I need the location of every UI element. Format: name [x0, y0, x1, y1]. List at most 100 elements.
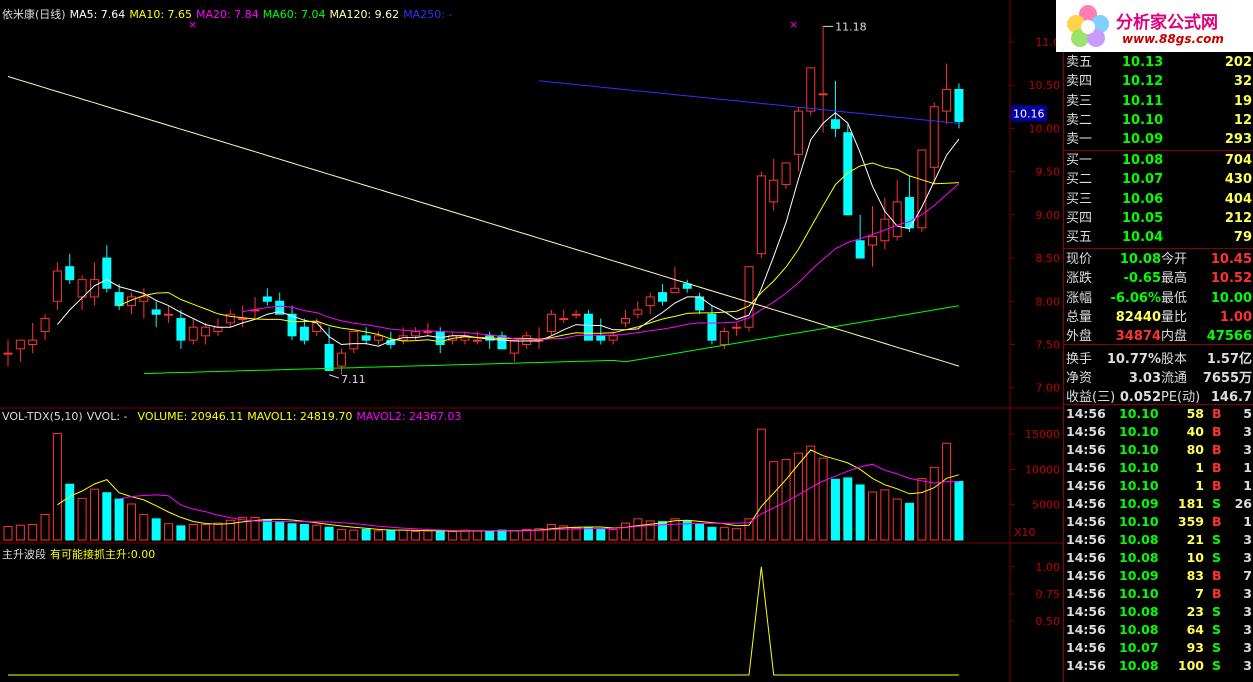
volume-bar-down	[707, 526, 717, 541]
volume-bar-up	[77, 497, 87, 541]
volume-bar-down	[843, 477, 853, 541]
candle-up	[423, 331, 433, 334]
candle-up	[818, 93, 828, 96]
ask-level[interactable]: 卖一 10.09 293	[1064, 130, 1253, 149]
volume-bar-down	[954, 480, 964, 541]
logo-url-text: www.88gs.com	[1122, 32, 1224, 46]
volume-bar-down	[485, 531, 495, 541]
volume-bar-down	[65, 483, 75, 541]
quote-value: 7655万	[1202, 370, 1252, 386]
volume-bar-up	[571, 527, 581, 541]
candle-up	[28, 339, 38, 345]
candle-down	[855, 240, 865, 259]
ask-level[interactable]: 卖四 10.12 32	[1064, 72, 1253, 91]
quote-value: 82440	[1115, 309, 1161, 325]
vol-indicator-name[interactable]: VOL-TDX(5,10)	[2, 410, 83, 423]
candle-up	[633, 309, 643, 315]
candle-down	[707, 313, 717, 341]
volume-bar-up	[188, 523, 198, 541]
level-label: 卖一	[1066, 132, 1093, 148]
ask-level[interactable]: 卖五 10.13 202	[1064, 53, 1253, 72]
volume-bar-up	[139, 514, 149, 541]
tick-time: 14:56	[1066, 658, 1106, 673]
candle-down	[324, 343, 334, 371]
bid-level[interactable]: 买三 10.06 404	[1064, 190, 1253, 209]
low-price-label: 7.11	[341, 373, 366, 386]
volume-bar-up	[52, 432, 62, 541]
volume-bar-up	[917, 478, 927, 541]
volume-bar-up	[15, 524, 25, 541]
site-logo: 分析家公式网 www.88gs.com	[1056, 0, 1253, 52]
candle-up	[806, 67, 816, 112]
ask-level[interactable]: 卖三 10.11 19	[1064, 92, 1253, 111]
tick-count: 1	[1243, 514, 1252, 529]
volume-bar-up	[769, 461, 779, 541]
volume-bar-up	[398, 529, 408, 541]
candle-up	[139, 296, 149, 302]
tick-volume: 10	[1186, 550, 1204, 565]
tick-count: 7	[1243, 568, 1252, 583]
tick-volume: 80	[1186, 442, 1204, 457]
quote-value: -0.65	[1123, 271, 1161, 287]
bid-level[interactable]: 买四 10.05 212	[1064, 209, 1253, 228]
candle-up	[546, 313, 556, 333]
volume-bar-down	[386, 529, 396, 541]
tick-time: 14:56	[1066, 568, 1106, 583]
kline-chart-area[interactable]: 11.0 10.50 10.00 9.50 9.00 8.50 8.00 7.50 7.00 10…	[0, 0, 1065, 682]
tick-row: 14:56 10.10 40 B 3	[1064, 423, 1253, 441]
price-tick-label: 8.00	[1036, 295, 1061, 308]
level-volume: 212	[1224, 210, 1252, 226]
volume-bar-down	[114, 498, 124, 541]
volume-bar-down	[830, 478, 840, 541]
candle-up	[571, 313, 581, 316]
level-price: 10.08	[1122, 153, 1164, 168]
bid-level[interactable]: 买五 10.04 79	[1064, 228, 1253, 247]
volume-bar-up	[40, 514, 50, 541]
volume-bar-up	[546, 523, 556, 541]
volume-bar-down	[299, 523, 309, 541]
tick-row: 14:56 10.09 181 S 26	[1064, 495, 1253, 513]
tick-time: 14:56	[1066, 496, 1106, 511]
volume-bar-up	[942, 442, 952, 541]
tick-count: 1	[1243, 460, 1252, 475]
tick-time: 14:56	[1066, 478, 1106, 493]
volume-bar-down	[583, 527, 593, 541]
indicator-tick-label: 1.00	[1036, 561, 1061, 574]
tick-side: S	[1212, 622, 1222, 637]
candle-up	[645, 296, 655, 307]
volume-bar-up	[732, 528, 742, 541]
ma10-line	[118, 162, 959, 343]
candle-up	[942, 88, 952, 112]
tick-row: 14:56 10.08 21 S 3	[1064, 531, 1253, 549]
volume-bar-up	[756, 428, 766, 541]
candle-up	[349, 331, 359, 350]
bid-level[interactable]: 买二 10.07 430	[1064, 170, 1253, 189]
bid-level[interactable]: 买一 10.08 704	[1064, 151, 1253, 170]
level-volume: 430	[1224, 172, 1252, 188]
level-label: 买三	[1066, 191, 1093, 207]
level-volume: 32	[1233, 74, 1252, 90]
quote-value: 3.03	[1128, 370, 1161, 386]
ask-level[interactable]: 卖二 10.10 12	[1064, 111, 1253, 130]
volume-bar-up	[670, 518, 680, 541]
volume-bar-up	[28, 523, 38, 541]
tick-side: B	[1212, 568, 1222, 583]
tick-count: 3	[1243, 622, 1252, 637]
indicator-name[interactable]: 主升波段	[2, 548, 46, 561]
tick-price: 10.07	[1119, 640, 1159, 655]
tick-row: 14:56 10.10 1 B 1	[1064, 477, 1253, 495]
candle-up	[608, 335, 618, 341]
tick-price: 10.09	[1119, 568, 1159, 583]
level-price: 10.07	[1122, 172, 1164, 188]
stock-name[interactable]: 依米康(日线)	[2, 8, 66, 21]
ma5-label: MA5: 7.64	[69, 8, 126, 21]
indicator-line	[8, 566, 959, 676]
candle-up	[769, 179, 779, 203]
level-volume: 704	[1224, 153, 1252, 168]
chart-canvas[interactable]: 11.010.5010.009.509.008.508.007.507.0010…	[0, 0, 1065, 682]
level-label: 买四	[1066, 210, 1093, 226]
tick-side: B	[1212, 460, 1222, 475]
volume-bar-down	[102, 492, 112, 541]
candle-up	[213, 326, 223, 333]
volume-bar-up	[423, 530, 433, 541]
